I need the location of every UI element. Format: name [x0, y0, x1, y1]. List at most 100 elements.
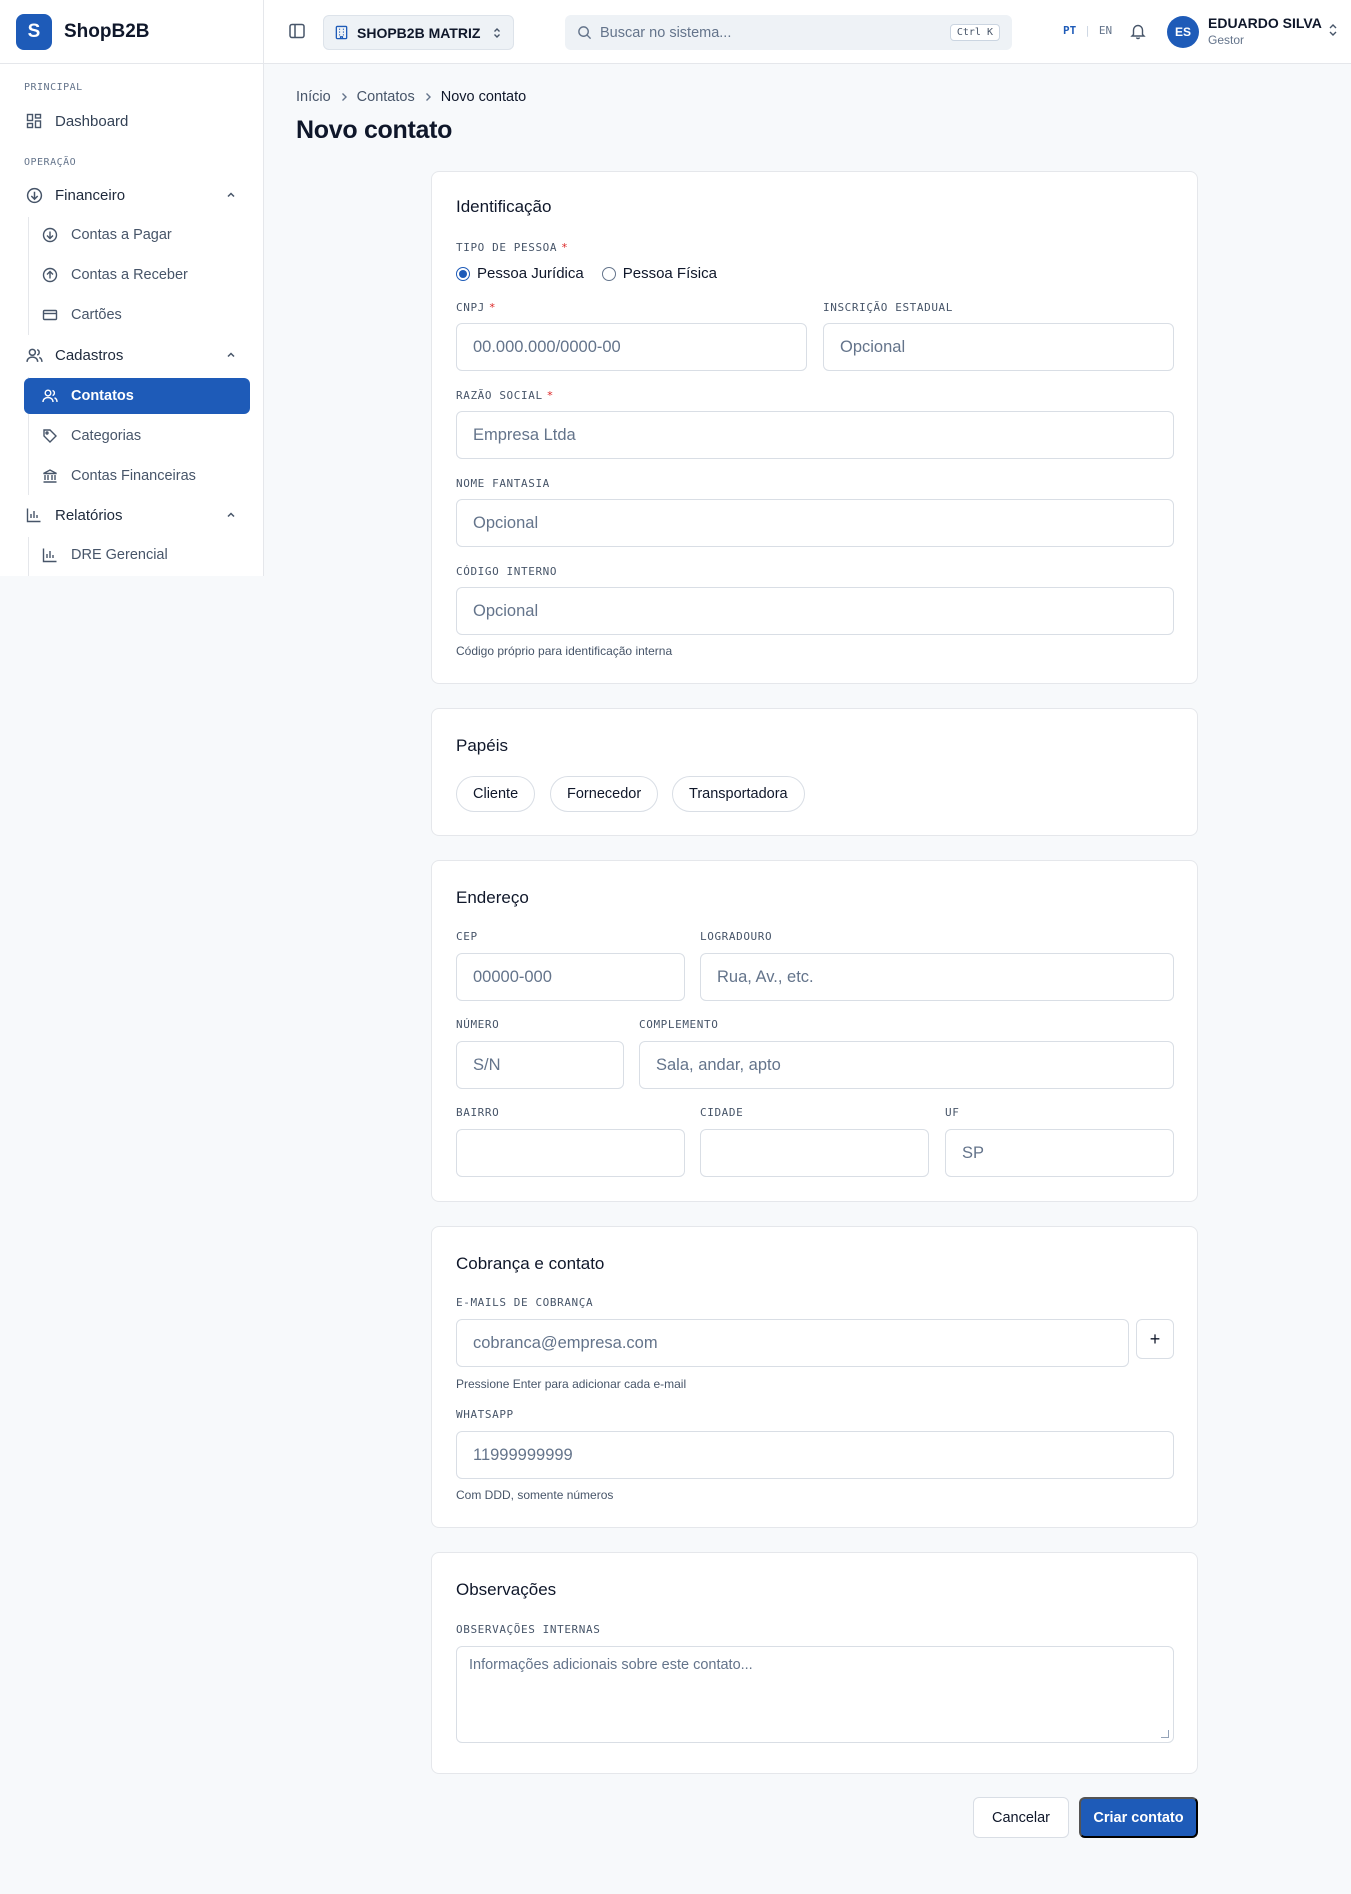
sidebar-item-contas-receber[interactable]: Contas a Receber: [40, 257, 239, 293]
label-text: CNPJ: [456, 301, 485, 314]
chevron-right-icon: [339, 92, 349, 102]
section-operacao: OPERAÇÃO: [24, 157, 77, 168]
sidebar-toggle-icon[interactable]: [286, 20, 308, 42]
search-icon: [577, 25, 592, 40]
cnpj-input[interactable]: 00.000.000/0000-00: [456, 323, 807, 371]
card-endereco: Endereço CEP 00000-000 LOGRADOURO Rua, A…: [431, 860, 1198, 1202]
radio-label[interactable]: Pessoa Física: [623, 265, 717, 282]
radio-pessoa-juridica[interactable]: [456, 266, 470, 281]
logradouro-input[interactable]: Rua, Av., etc.: [700, 953, 1174, 1001]
bairro-label: BAIRRO: [456, 1106, 500, 1119]
nome-fantasia-label: NOME FANTASIA: [456, 477, 550, 490]
emails-cobranca-helper: Pressione Enter para adicionar cada e-ma…: [456, 1377, 687, 1391]
nome-fantasia-input[interactable]: Opcional: [456, 499, 1174, 547]
bairro-input[interactable]: [456, 1129, 685, 1177]
whatsapp-input[interactable]: 11999999999: [456, 1431, 1174, 1479]
bank-icon: [40, 466, 60, 486]
required-marker: *: [561, 241, 569, 254]
tag-icon: [40, 426, 60, 446]
bell-icon[interactable]: [1128, 21, 1148, 41]
submenu-line: [28, 537, 29, 576]
breadcrumb-contatos[interactable]: Contatos: [357, 89, 415, 105]
label-text: TIPO DE PESSOA: [456, 241, 558, 254]
chevron-up-icon[interactable]: [223, 187, 239, 203]
bar-chart-icon: [24, 505, 44, 525]
radio-label[interactable]: Pessoa Jurídica: [477, 265, 584, 282]
cidade-label: CIDADE: [700, 1106, 744, 1119]
sidebar-item-contatos[interactable]: Contatos: [24, 378, 250, 414]
uf-input[interactable]: SP: [945, 1129, 1174, 1177]
tipo-pessoa-label: TIPO DE PESSOA *: [456, 241, 568, 254]
chevron-up-icon[interactable]: [223, 347, 239, 363]
chip-cliente[interactable]: Cliente: [456, 776, 536, 812]
section-principal: PRINCIPAL: [24, 82, 83, 93]
sidebar-item-cartoes[interactable]: Cartões: [40, 297, 239, 333]
emails-cobranca-input[interactable]: cobranca@empresa.com: [456, 1319, 1129, 1367]
chevron-right-icon: [423, 92, 433, 102]
user-name: EDUARDO SILVA: [1208, 15, 1322, 31]
logradouro-label: LOGRADOURO: [700, 930, 773, 943]
sidebar-item-contas-pagar[interactable]: Contas a Pagar: [40, 217, 239, 253]
razao-social-input[interactable]: Empresa Ltda: [456, 411, 1174, 459]
arrow-down-circle-icon: [24, 185, 44, 205]
complemento-label: COMPLEMENTO: [639, 1018, 719, 1031]
uf-label: UF: [945, 1106, 960, 1119]
page-title: Novo contato: [296, 116, 453, 144]
sidebar-group-relatorios[interactable]: Relatórios: [24, 497, 239, 533]
brand[interactable]: S ShopB2B: [0, 0, 263, 64]
lang-en[interactable]: EN: [1099, 24, 1112, 37]
sidebar-item-label: Dashboard: [55, 112, 129, 130]
codigo-interno-helper: Código próprio para identificação intern…: [456, 644, 673, 658]
card-cobranca-contato: Cobrança e contato E-MAILS DE COBRANÇA c…: [431, 1226, 1198, 1528]
chip-fornecedor[interactable]: Fornecedor: [550, 776, 659, 812]
company-selector[interactable]: SHOPB2B MATRIZ: [323, 15, 514, 50]
arrow-up-circle-icon: [40, 265, 60, 285]
users-icon: [24, 345, 44, 365]
sidebar-group-cadastros[interactable]: Cadastros: [24, 337, 239, 373]
numero-input[interactable]: S/N: [456, 1041, 624, 1089]
sidebar-item-label: Cartões: [71, 307, 122, 323]
chip-transportadora[interactable]: Transportadora: [672, 776, 805, 812]
sidebar-item-contas-financeiras[interactable]: Contas Financeiras: [40, 458, 239, 494]
cnpj-label: CNPJ *: [456, 301, 496, 314]
avatar[interactable]: ES: [1167, 16, 1199, 48]
complemento-input[interactable]: Sala, andar, apto: [639, 1041, 1174, 1089]
card-title: Observações: [456, 1580, 557, 1599]
user-menu[interactable]: EDUARDO SILVA Gestor: [1208, 15, 1322, 47]
sidebar-item-label: Contas a Receber: [71, 267, 188, 283]
add-email-button[interactable]: +: [1136, 1319, 1174, 1359]
search-input[interactable]: Buscar no sistema... Ctrl K: [565, 15, 1012, 50]
card-observacoes: Observações OBSERVAÇÕES INTERNAS Informa…: [431, 1552, 1198, 1774]
create-contact-button[interactable]: Criar contato: [1079, 1797, 1198, 1838]
users-icon: [40, 386, 60, 406]
sidebar-group-label: Cadastros: [55, 346, 124, 364]
sidebar-item-label: Contatos: [71, 388, 134, 404]
observacoes-textarea[interactable]: Informações adicionais sobre este contat…: [456, 1646, 1174, 1743]
sidebar-item-dre-gerencial[interactable]: DRE Gerencial: [40, 537, 239, 573]
radio-pessoa-fisica[interactable]: [601, 266, 616, 281]
building-icon: [334, 25, 349, 40]
resize-handle-icon[interactable]: [1161, 1730, 1169, 1738]
whatsapp-label: WHATSAPP: [456, 1408, 514, 1421]
sidebar-item-categorias[interactable]: Categorias: [40, 418, 239, 454]
sidebar-group-financeiro[interactable]: Financeiro: [24, 177, 239, 213]
chevrons-up-down-icon[interactable]: [1327, 23, 1339, 37]
cancel-button[interactable]: Cancelar: [973, 1797, 1069, 1838]
arrow-down-circle-icon: [40, 225, 60, 245]
sidebar-item-dashboard[interactable]: Dashboard: [24, 103, 239, 139]
sidebar-group-label: Financeiro: [55, 186, 126, 204]
brand-logo: S: [16, 13, 52, 50]
chevron-up-icon[interactable]: [223, 507, 239, 523]
inscricao-estadual-input[interactable]: Opcional: [823, 323, 1174, 371]
cep-input[interactable]: 00000-000: [456, 953, 685, 1001]
observacoes-placeholder: Informações adicionais sobre este contat…: [469, 1657, 753, 1673]
bar-chart-icon: [40, 545, 60, 565]
lang-pt[interactable]: PT: [1063, 24, 1076, 37]
cidade-input[interactable]: [700, 1129, 929, 1177]
sidebar-item-label: DRE Gerencial: [71, 547, 168, 563]
breadcrumb-inicio[interactable]: Início: [296, 89, 331, 105]
lang-separator: |: [1084, 24, 1091, 37]
search-placeholder: Buscar no sistema...: [600, 24, 732, 41]
credit-card-icon: [40, 305, 60, 325]
codigo-interno-input[interactable]: Opcional: [456, 587, 1174, 635]
